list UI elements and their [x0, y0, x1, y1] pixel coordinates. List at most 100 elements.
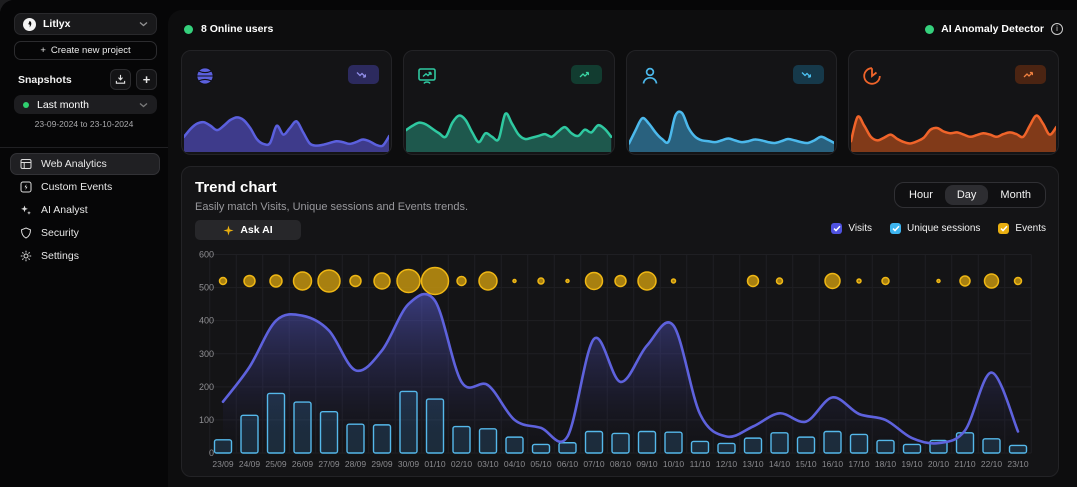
snapshots-heading: Snapshots [18, 74, 72, 86]
events-bubble [457, 276, 466, 285]
trend-badge [1015, 65, 1046, 84]
trend-up-icon [579, 70, 589, 79]
online-status-dot [184, 25, 193, 34]
unique-sessions-bar [480, 429, 497, 453]
x-axis-tick: 07/10 [583, 459, 605, 469]
checkbox-checked-icon[interactable] [831, 223, 842, 234]
snapshot-status-dot [23, 102, 29, 108]
x-axis-tick: 08/10 [610, 459, 632, 469]
sparkles-icon [20, 204, 32, 216]
unique-sessions-bar [559, 443, 576, 453]
sparkle-icon [223, 225, 234, 236]
unique-sessions-bar [665, 432, 682, 453]
info-icon[interactable]: i [1051, 23, 1063, 35]
x-axis-tick: 20/10 [928, 459, 950, 469]
sidebar-item-custom-events[interactable]: Custom Events [10, 176, 160, 198]
sidebar-item-label: Custom Events [41, 181, 112, 193]
gear-icon [20, 250, 32, 262]
legend-toggle-visits[interactable]: Visits [831, 223, 872, 234]
legend-toggle-unique-sessions[interactable]: Unique sessions [890, 223, 980, 234]
events-bubble [672, 279, 676, 283]
x-axis-tick: 17/10 [848, 459, 870, 469]
events-bubble [777, 278, 783, 284]
main-panel: 8 Online users AI Anomaly Detector i Tre… [168, 10, 1077, 487]
unique-sessions-bar [453, 427, 470, 453]
plus-icon: + [40, 45, 46, 56]
checkbox-checked-icon[interactable] [998, 223, 1009, 234]
x-axis-tick: 28/09 [345, 459, 367, 469]
sidebar-item-web-analytics[interactable]: Web Analytics [10, 153, 160, 175]
legend-label: Events [1015, 223, 1046, 234]
x-axis-tick: 06/10 [557, 459, 579, 469]
x-axis-tick: 26/09 [292, 459, 314, 469]
x-axis-tick: 19/10 [901, 459, 923, 469]
anomaly-status-dot [925, 25, 934, 34]
events-bubble [1015, 277, 1022, 284]
events-bubble [479, 272, 497, 290]
x-axis-tick: 22/10 [981, 459, 1003, 469]
anomaly-label: AI Anomaly Detector [941, 23, 1044, 35]
y-axis-tick: 500 [199, 283, 214, 293]
y-axis-tick: 400 [199, 316, 214, 326]
unique-sessions-bar [294, 402, 311, 453]
x-axis-tick: 15/10 [795, 459, 817, 469]
chart-legend: Visits Unique sessions Events [831, 223, 1046, 234]
events-bubble [350, 275, 361, 286]
sparkline-chart [851, 102, 1056, 152]
trend-chart-canvas: 010020030040050060023/0924/0925/0926/092… [188, 249, 1054, 475]
y-axis-tick: 100 [199, 415, 214, 425]
snapshot-export-button[interactable] [110, 69, 131, 90]
checkbox-checked-icon[interactable] [890, 223, 901, 234]
events-bubble [270, 275, 282, 287]
sidebar-divider [0, 147, 168, 148]
x-axis-tick: 04/10 [504, 459, 526, 469]
export-tray-icon [115, 74, 126, 85]
events-bubble [638, 272, 656, 290]
trend-up-icon [1023, 70, 1033, 79]
events-bubble [294, 272, 312, 290]
events-bubble [586, 272, 603, 289]
sidebar: Litlyx + Create new project Snapshots + … [0, 0, 168, 487]
y-axis-tick: 300 [199, 349, 214, 359]
x-axis-tick: 25/09 [265, 459, 287, 469]
x-axis-tick: 13/10 [742, 459, 764, 469]
unique-sessions-bar [268, 393, 285, 453]
legend-toggle-events[interactable]: Events [998, 223, 1046, 234]
project-selector[interactable]: Litlyx [14, 13, 157, 35]
sidebar-item-settings[interactable]: Settings [10, 245, 160, 267]
x-axis-tick: 03/10 [477, 459, 499, 469]
x-axis-tick: 24/09 [239, 459, 261, 469]
plus-icon: + [143, 72, 151, 87]
sidebar-item-label: Security [41, 227, 79, 239]
unique-sessions-bar [241, 415, 258, 453]
tab-day[interactable]: Day [945, 185, 989, 205]
stat-cards-row [181, 50, 1059, 155]
snapshot-date-range: 23-09-2024 to 23-10-2024 [0, 119, 168, 129]
x-axis-tick: 23/09 [212, 459, 234, 469]
snapshot-selector[interactable]: Last month [14, 95, 157, 114]
snapshot-add-button[interactable]: + [136, 69, 157, 90]
sidebar-item-security[interactable]: Security [10, 222, 160, 244]
tab-month[interactable]: Month [988, 185, 1043, 205]
events-bubble [374, 273, 390, 289]
unique-sessions-bar [798, 437, 815, 453]
presentation-icon [417, 66, 437, 86]
create-project-button[interactable]: + Create new project [14, 41, 157, 60]
y-axis-tick: 200 [199, 382, 214, 392]
stat-card-bouncing-rate [403, 50, 614, 155]
globe-icon [195, 66, 215, 86]
x-axis-tick: 11/10 [690, 459, 711, 469]
events-bubble [985, 274, 999, 288]
legend-label: Unique sessions [907, 223, 980, 234]
unique-sessions-bar [321, 412, 338, 453]
unique-sessions-bar [771, 433, 788, 453]
chevron-down-icon [139, 102, 148, 108]
y-axis-tick: 600 [199, 250, 214, 260]
sparkline-chart [406, 102, 611, 152]
ask-ai-button[interactable]: Ask AI [195, 220, 301, 240]
x-axis-tick: 21/10 [954, 459, 976, 469]
events-bubble [960, 276, 970, 286]
tab-hour[interactable]: Hour [897, 185, 945, 205]
stat-card-unique-visits-sessions [626, 50, 837, 155]
sidebar-item-ai-analyst[interactable]: AI Analyst [10, 199, 160, 221]
